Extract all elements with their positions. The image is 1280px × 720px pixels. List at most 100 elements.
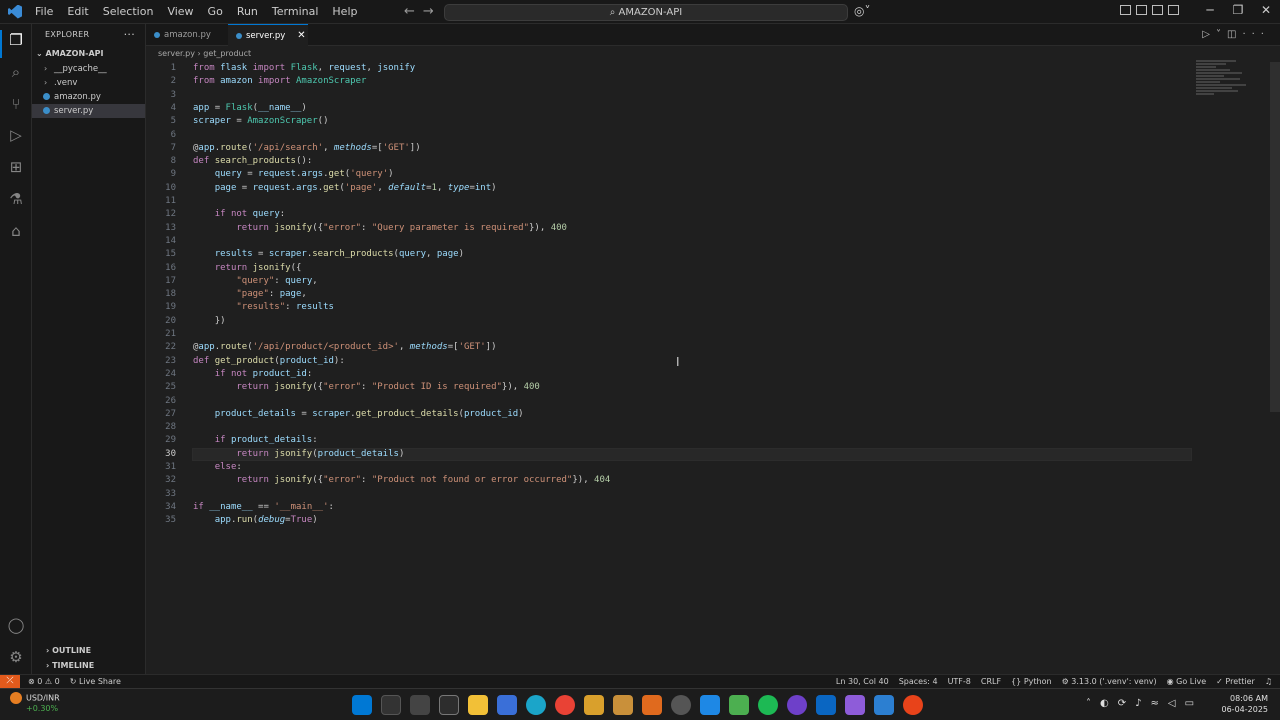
tree-item-venv[interactable]: › .venv bbox=[32, 76, 145, 90]
vscode-taskbar-icon[interactable] bbox=[874, 695, 894, 715]
copilot-icon[interactable]: ◎˅ bbox=[854, 4, 870, 18]
command-center-search[interactable]: ⌕ AMAZON-API bbox=[444, 4, 848, 21]
stock-widget[interactable]: USD/INR +0.30% bbox=[10, 692, 60, 713]
live-share-button[interactable]: ↻ Live Share bbox=[70, 675, 121, 688]
code-line[interactable]: return jsonify({"error": "Product ID is … bbox=[193, 381, 540, 394]
tab-amazon-py[interactable]: amazon.py bbox=[146, 24, 226, 46]
settings-app-icon[interactable] bbox=[671, 695, 691, 715]
tree-item-pycache[interactable]: › __pycache__ bbox=[32, 62, 145, 76]
menu-selection[interactable]: Selection bbox=[96, 5, 161, 18]
code-editor[interactable]: 1 2 3 4 5 6 7 8 9 10 11 12 13 14 15 16 17 18 19 20 21 22 23 24 2… bbox=[146, 62, 1266, 674]
edge-icon[interactable] bbox=[526, 695, 546, 715]
code-line[interactable]: @app.route('/api/product/<product_id>', … bbox=[193, 341, 497, 354]
go-live-button[interactable]: ◉ Go Live bbox=[1167, 675, 1207, 688]
code-line[interactable]: @app.route('/api/search', methods=['GET'… bbox=[193, 142, 421, 155]
code-line[interactable]: return jsonify(product_details) bbox=[193, 448, 404, 461]
code-line[interactable]: app = Flask(__name__) bbox=[193, 102, 307, 115]
code-line[interactable]: if not query: bbox=[193, 208, 285, 221]
code-line[interactable]: "results": results bbox=[193, 301, 334, 314]
windows-start-icon[interactable] bbox=[352, 695, 372, 715]
split-editor-icon[interactable]: ◫ bbox=[1227, 29, 1242, 40]
remote-explorer-icon[interactable]: ⌂ bbox=[6, 221, 26, 241]
linkedin-icon[interactable] bbox=[816, 695, 836, 715]
code-line[interactable]: from amazon import AmazonScraper bbox=[193, 75, 366, 88]
prettier-button[interactable]: ✓ Prettier bbox=[1216, 675, 1255, 688]
menu-go[interactable]: Go bbox=[201, 5, 230, 18]
run-python-file-icon[interactable]: ▷˅ bbox=[1202, 29, 1227, 40]
microphone-icon[interactable]: ♪ bbox=[1135, 698, 1141, 709]
battery-icon[interactable]: ▭ bbox=[1185, 698, 1194, 709]
store-icon[interactable] bbox=[497, 695, 517, 715]
code-line[interactable]: from flask import Flask, request, jsonif… bbox=[193, 62, 415, 75]
terminal-icon[interactable] bbox=[439, 695, 459, 715]
language-mode[interactable]: {} Python bbox=[1011, 675, 1051, 688]
toggle-secondary-sidebar-icon[interactable] bbox=[1152, 5, 1163, 15]
minimize-icon[interactable]: ─ bbox=[1196, 3, 1224, 17]
taskbar-search-icon[interactable] bbox=[381, 695, 401, 715]
code-line[interactable]: return jsonify({"error": "Query paramete… bbox=[193, 222, 567, 235]
breadcrumb-symbol[interactable]: get_product bbox=[203, 49, 251, 58]
chrome-icon[interactable] bbox=[555, 695, 575, 715]
maximize-icon[interactable]: ❐ bbox=[1224, 3, 1252, 17]
code-line[interactable]: query = request.args.get('query') bbox=[193, 168, 394, 181]
code-line[interactable]: def get_product(product_id): bbox=[193, 355, 345, 368]
editor-scrollbar[interactable] bbox=[1270, 62, 1280, 412]
outline-section[interactable]: › OUTLINE bbox=[32, 644, 146, 658]
menu-view[interactable]: View bbox=[160, 5, 200, 18]
more-actions-icon[interactable]: ··· bbox=[124, 24, 135, 46]
notifications-bell-icon[interactable]: ♫ bbox=[1265, 675, 1272, 688]
volume-icon[interactable]: ◁ bbox=[1168, 698, 1176, 709]
code-line[interactable]: else: bbox=[193, 461, 242, 474]
forward-arrow-icon[interactable]: → bbox=[423, 4, 442, 19]
github-icon[interactable] bbox=[787, 695, 807, 715]
sublime-icon[interactable] bbox=[642, 695, 662, 715]
tab-server-py[interactable]: server.py ✕ bbox=[228, 24, 308, 46]
explorer-icon[interactable]: ❐ bbox=[6, 30, 26, 50]
cursor-position[interactable]: Ln 30, Col 40 bbox=[836, 675, 889, 688]
close-window-icon[interactable]: ✕ bbox=[1252, 3, 1280, 17]
code-line[interactable]: scraper = AmazonScraper() bbox=[193, 115, 329, 128]
notes-icon[interactable] bbox=[613, 695, 633, 715]
breadcrumb-file[interactable]: server.py bbox=[158, 49, 195, 58]
extensions-icon[interactable]: ⊞ bbox=[6, 157, 26, 177]
customize-layout-icon[interactable] bbox=[1168, 5, 1179, 15]
code-line[interactable]: "page": page, bbox=[193, 288, 306, 301]
menu-edit[interactable]: Edit bbox=[60, 5, 95, 18]
code-line[interactable]: page = request.args.get('page', default=… bbox=[193, 182, 497, 195]
settings-gear-icon[interactable]: ⚙ bbox=[6, 647, 26, 667]
code-line[interactable]: if product_details: bbox=[193, 434, 318, 447]
source-control-icon[interactable]: ⑂ bbox=[6, 94, 26, 114]
toggle-panel-icon[interactable] bbox=[1136, 5, 1147, 15]
testing-icon[interactable]: ⚗ bbox=[6, 189, 26, 209]
timeline-section[interactable]: › TIMELINE bbox=[32, 659, 146, 673]
code-line[interactable]: product_details = scraper.get_product_de… bbox=[193, 408, 524, 421]
account-icon[interactable]: ◯ bbox=[6, 615, 26, 635]
docs-icon[interactable] bbox=[700, 695, 720, 715]
problems-indicator[interactable]: ⊗ 0 ⚠ 0 bbox=[28, 675, 60, 688]
search-icon[interactable]: ⌕ bbox=[6, 62, 26, 82]
copilot-app-icon[interactable] bbox=[845, 695, 865, 715]
code-line[interactable]: results = scraper.search_products(query,… bbox=[193, 248, 464, 261]
menu-terminal[interactable]: Terminal bbox=[265, 5, 326, 18]
tray-sync-icon[interactable]: ⟳ bbox=[1118, 698, 1126, 709]
menu-help[interactable]: Help bbox=[325, 5, 364, 18]
indentation[interactable]: Spaces: 4 bbox=[899, 675, 938, 688]
menu-run[interactable]: Run bbox=[230, 5, 265, 18]
code-line[interactable]: }) bbox=[193, 315, 226, 328]
code-line[interactable]: return jsonify({"error": "Product not fo… bbox=[193, 474, 610, 487]
close-tab-icon[interactable]: ✕ bbox=[297, 30, 305, 41]
folder-icon[interactable] bbox=[584, 695, 604, 715]
tree-item-amazon-py[interactable]: amazon.py bbox=[32, 90, 145, 104]
python-interpreter[interactable]: ⚙ 3.13.0 ('.venv': venv) bbox=[1062, 675, 1157, 688]
file-explorer-icon[interactable] bbox=[468, 695, 488, 715]
spotify-icon[interactable] bbox=[758, 695, 778, 715]
menu-file[interactable]: File bbox=[28, 5, 60, 18]
run-debug-icon[interactable]: ▷ bbox=[6, 125, 26, 145]
tray-chevron-up-icon[interactable]: ˄ bbox=[1086, 698, 1091, 709]
end-of-line[interactable]: CRLF bbox=[981, 675, 1001, 688]
postman-icon[interactable] bbox=[903, 695, 923, 715]
minimap[interactable] bbox=[1196, 60, 1248, 110]
toggle-primary-sidebar-icon[interactable] bbox=[1120, 5, 1131, 15]
more-actions-icon[interactable]: ··· bbox=[1242, 29, 1270, 40]
code-line[interactable]: app.run(debug=True) bbox=[193, 514, 318, 527]
